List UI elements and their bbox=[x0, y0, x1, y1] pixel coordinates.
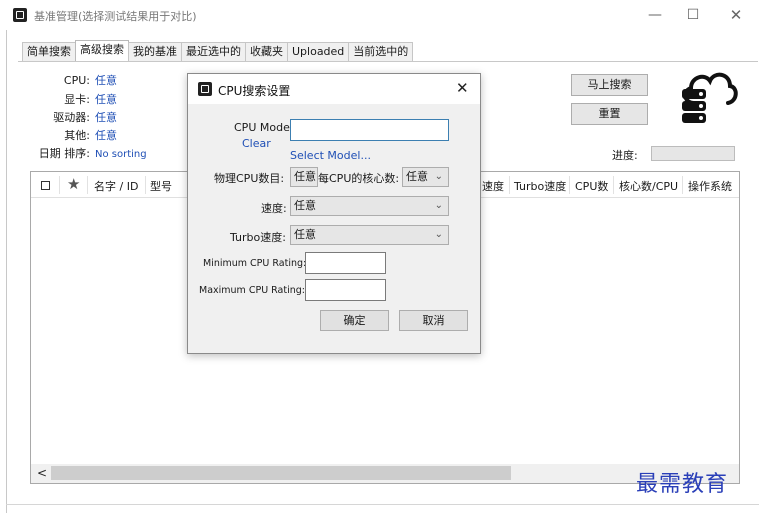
window-close-button[interactable]: ✕ bbox=[721, 4, 751, 26]
ok-button[interactable]: 确定 bbox=[320, 310, 389, 331]
column-separator bbox=[613, 176, 614, 194]
cores-per-cpu-label: 每CPU的核心数: bbox=[318, 172, 400, 185]
filter-driver: 驱动器: 任意 bbox=[18, 109, 117, 125]
tab-uploaded[interactable]: Uploaded bbox=[287, 42, 350, 61]
min-cpu-rating-label: Minimum CPU Rating: bbox=[203, 258, 307, 269]
window-title: 基准管理(选择测试结果用于对比) bbox=[34, 10, 197, 23]
horizontal-scrollbar[interactable]: < bbox=[31, 464, 739, 483]
tab-favorites[interactable]: 收藏夹 bbox=[245, 42, 288, 61]
reset-button[interactable]: 重置 bbox=[571, 103, 648, 125]
filter-cpu: CPU: 任意 bbox=[18, 72, 117, 88]
tab-advanced-search[interactable]: 高级搜索 bbox=[75, 40, 129, 61]
filter-cpu-label: CPU: bbox=[63, 74, 90, 87]
column-cpu-count[interactable]: CPU数 bbox=[575, 178, 608, 194]
app-icon bbox=[13, 8, 27, 22]
progress-bar bbox=[651, 146, 735, 161]
filter-gpu-label: 显卡: bbox=[64, 93, 90, 106]
turbo-speed-value: 任意 bbox=[294, 228, 316, 241]
filter-cpu-value[interactable]: 任意 bbox=[95, 74, 117, 87]
column-separator bbox=[145, 176, 146, 194]
star-icon[interactable]: ★ bbox=[67, 175, 80, 193]
column-cores-per-cpu[interactable]: 核心数/CPU bbox=[619, 178, 678, 194]
filter-sort-value[interactable]: No sorting bbox=[95, 149, 147, 160]
filter-other: 其他: 任意 bbox=[18, 127, 117, 143]
watermark-logo: 最需教育 bbox=[636, 472, 729, 497]
filter-other-label: 其他: bbox=[64, 129, 90, 142]
search-now-button[interactable]: 马上搜索 bbox=[571, 74, 648, 96]
dialog-title: CPU搜索设置 bbox=[218, 84, 291, 98]
clear-link[interactable]: Clear bbox=[242, 137, 271, 150]
turbo-speed-label: Turbo速度: bbox=[230, 231, 286, 244]
minimize-button[interactable]: — bbox=[640, 4, 670, 26]
scrollbar-thumb[interactable] bbox=[51, 466, 511, 480]
filter-driver-label: 驱动器: bbox=[53, 111, 90, 124]
speed-select[interactable]: 任意 ⌄ bbox=[290, 196, 449, 216]
close-icon[interactable]: ✕ bbox=[456, 79, 469, 97]
chevron-down-icon: ⌄ bbox=[434, 171, 443, 182]
cloud-database-icon bbox=[682, 72, 738, 123]
cpu-search-dialog: CPU搜索设置 ✕ CPU Model Clear Select Model..… bbox=[187, 73, 481, 354]
column-turbo-speed[interactable]: Turbo速度 bbox=[514, 178, 566, 194]
min-cpu-rating-input[interactable] bbox=[305, 252, 386, 274]
column-separator bbox=[569, 176, 570, 194]
filter-driver-value[interactable]: 任意 bbox=[95, 111, 117, 124]
tab-simple-search[interactable]: 简单搜索 bbox=[22, 42, 76, 61]
tab-my-benchmarks[interactable]: 我的基准 bbox=[128, 42, 182, 61]
cores-per-cpu-select[interactable]: 任意 ⌄ bbox=[402, 167, 449, 187]
speed-value: 任意 bbox=[294, 199, 316, 212]
chevron-down-icon: ⌄ bbox=[434, 229, 443, 240]
app-icon bbox=[198, 82, 212, 96]
tab-divider bbox=[18, 61, 758, 62]
filter-date-sort-label: 日期 排序: bbox=[38, 147, 90, 160]
tab-bar: 简单搜索 高级搜索 我的基准 最近选中的 收藏夹 Uploaded 当前选中的 bbox=[22, 40, 414, 62]
column-speed[interactable]: 速度 bbox=[482, 178, 504, 194]
chevron-left-icon[interactable]: < bbox=[37, 466, 47, 480]
cores-per-cpu-value: 任意 bbox=[406, 170, 428, 183]
window-titlebar: 基准管理(选择测试结果用于对比) — ☐ ✕ bbox=[0, 0, 759, 30]
column-model[interactable]: 型号 bbox=[150, 178, 172, 194]
physical-cpu-label: 物理CPU数目: bbox=[214, 172, 285, 185]
column-name-id[interactable]: 名字 / ID bbox=[94, 178, 138, 194]
frame-border bbox=[6, 30, 7, 513]
turbo-speed-select[interactable]: 任意 ⌄ bbox=[290, 225, 449, 245]
physical-cpu-value: 任意 bbox=[294, 170, 316, 183]
cpu-model-input[interactable] bbox=[290, 119, 449, 141]
tab-currently-selected[interactable]: 当前选中的 bbox=[348, 42, 414, 61]
filter-gpu-value[interactable]: 任意 bbox=[95, 93, 117, 106]
progress-label: 进度: bbox=[612, 149, 638, 162]
column-separator bbox=[59, 176, 60, 194]
column-separator bbox=[87, 176, 88, 194]
physical-cpu-select[interactable]: 任意 bbox=[290, 167, 318, 187]
dialog-titlebar: CPU搜索设置 ✕ bbox=[188, 74, 480, 104]
cancel-button[interactable]: 取消 bbox=[399, 310, 468, 331]
tab-recently-selected[interactable]: 最近选中的 bbox=[181, 42, 246, 61]
select-model-link[interactable]: Select Model... bbox=[290, 149, 371, 162]
select-all-checkbox[interactable] bbox=[41, 181, 50, 190]
status-divider bbox=[6, 504, 759, 505]
max-cpu-rating-input[interactable] bbox=[305, 279, 386, 301]
chevron-down-icon: ⌄ bbox=[434, 200, 443, 211]
filter-gpu: 显卡: 任意 bbox=[18, 91, 117, 107]
cpu-model-label: CPU Model bbox=[234, 121, 293, 134]
max-cpu-rating-label: Maximum CPU Rating: bbox=[199, 285, 305, 296]
filter-other-value[interactable]: 任意 bbox=[95, 129, 117, 142]
column-separator bbox=[509, 176, 510, 194]
speed-label: 速度: bbox=[261, 202, 287, 215]
filter-date-sort: 日期 排序: No sorting bbox=[18, 145, 147, 161]
column-separator bbox=[682, 176, 683, 194]
column-os[interactable]: 操作系统 bbox=[688, 178, 732, 194]
maximize-button[interactable]: ☐ bbox=[678, 4, 708, 26]
